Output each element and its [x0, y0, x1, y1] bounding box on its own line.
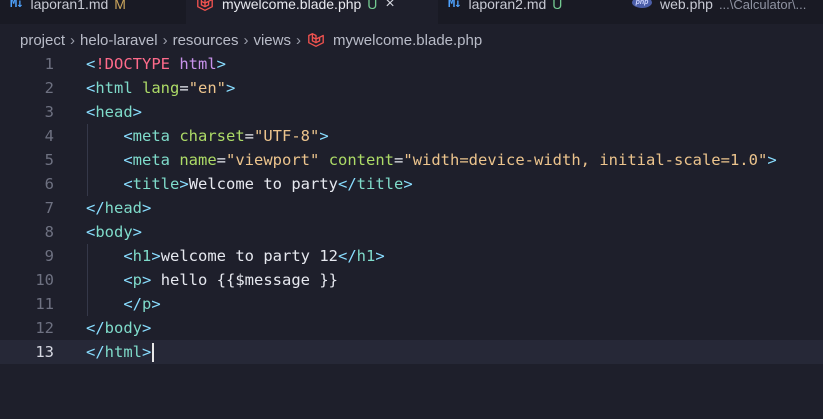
code-line[interactable]: 5 <meta name="viewport" content="width=d…	[0, 148, 823, 172]
close-icon[interactable]: ×	[385, 0, 394, 13]
breadcrumb-separator: ›	[243, 31, 249, 49]
code-text: <head>	[86, 103, 143, 121]
code-editor[interactable]: 1 <!DOCTYPE html> 2 <html lang="en"> 3 <head>…	[0, 52, 823, 419]
line-number: 12	[35, 319, 54, 337]
code-text: </html>	[86, 340, 155, 364]
php-icon: php	[632, 0, 652, 8]
breadcrumb-item-resources[interactable]: resources	[173, 32, 239, 49]
code-line[interactable]: 4 <meta charset="UTF-8">	[0, 124, 823, 148]
code-line[interactable]: 1 <!DOCTYPE html>	[0, 52, 823, 76]
code-line[interactable]: 8 <body>	[0, 220, 823, 244]
code-line[interactable]: 3 <head>	[0, 100, 823, 124]
markdown-icon: M↓	[448, 0, 461, 10]
line-number: 2	[44, 79, 54, 97]
code-line[interactable]: 6 <title>Welcome to party</title>	[0, 172, 823, 196]
line-number: 7	[44, 199, 54, 217]
line-number: 3	[44, 103, 54, 121]
line-number: 13	[35, 343, 54, 361]
line-number: 10	[35, 271, 54, 289]
breadcrumb-item-project[interactable]: project	[20, 32, 65, 49]
tab-status-untracked: U	[367, 0, 378, 12]
laravel-icon	[197, 0, 213, 11]
code-text: <meta charset="UTF-8">	[123, 127, 329, 145]
code-line[interactable]: 11 </p>	[0, 292, 823, 316]
code-line[interactable]: 13 </html>	[0, 340, 823, 364]
tab-path-hint: ...\Calculator\...	[718, 0, 807, 12]
code-text: </head>	[86, 199, 152, 217]
tab-mywelcome[interactable]: mywelcome.blade.php U ×	[186, 0, 438, 24]
text-cursor	[152, 343, 155, 362]
line-number: 1	[44, 55, 54, 73]
tab-status-untracked: U	[552, 0, 563, 12]
code-text: </p>	[123, 295, 161, 313]
breadcrumb: project › helo-laravel › resources › vie…	[20, 28, 482, 52]
code-text: <title>Welcome to party</title>	[123, 175, 413, 193]
breadcrumb-separator: ›	[162, 31, 168, 49]
tab-laporan2[interactable]: M↓ laporan2.md U	[438, 0, 622, 24]
tab-web-php[interactable]: php web.php ...\Calculator\...	[622, 0, 823, 24]
line-number: 5	[44, 151, 54, 169]
markdown-icon: M↓	[10, 0, 23, 10]
tab-label: web.php	[660, 0, 713, 12]
code-text: <meta name="viewport" content="width=dev…	[123, 151, 777, 169]
line-number: 8	[44, 223, 54, 241]
tab-status-modified: M	[114, 0, 126, 12]
breadcrumb-item-file[interactable]: mywelcome.blade.php	[333, 32, 482, 49]
laravel-icon	[308, 33, 324, 47]
tab-label: mywelcome.blade.php	[222, 0, 362, 12]
code-text: <h1>welcome to party 12</h1>	[123, 247, 385, 265]
code-text: <html lang="en">	[86, 79, 236, 97]
code-line[interactable]: 2 <html lang="en">	[0, 76, 823, 100]
breadcrumb-item-views[interactable]: views	[253, 32, 291, 49]
tab-label: laporan2.md	[468, 0, 547, 12]
code-line[interactable]: 9 <h1>welcome to party 12</h1>	[0, 244, 823, 268]
line-number: 11	[35, 295, 54, 313]
tab-laporan1[interactable]: M↓ laporan1.md M	[0, 0, 186, 24]
code-text: <p> hello {{$message }}	[123, 271, 338, 289]
editor-tab-bar: M↓ laporan1.md M mywelcome.blade.php U ×…	[0, 0, 823, 24]
breadcrumb-separator: ›	[70, 31, 76, 49]
breadcrumb-item-helo-laravel[interactable]: helo-laravel	[80, 32, 158, 49]
code-line[interactable]: 10 <p> hello {{$message }}	[0, 268, 823, 292]
code-line[interactable]: 7 </head>	[0, 196, 823, 220]
breadcrumb-separator: ›	[295, 31, 301, 49]
line-number: 6	[44, 175, 54, 193]
line-number: 4	[44, 127, 54, 145]
code-text: <!DOCTYPE html>	[86, 55, 227, 73]
code-text: <body>	[86, 223, 143, 241]
code-line[interactable]: 12 </body>	[0, 316, 823, 340]
code-text: </body>	[86, 319, 152, 337]
line-number: 9	[44, 247, 54, 265]
tab-label: laporan1.md	[30, 0, 109, 12]
